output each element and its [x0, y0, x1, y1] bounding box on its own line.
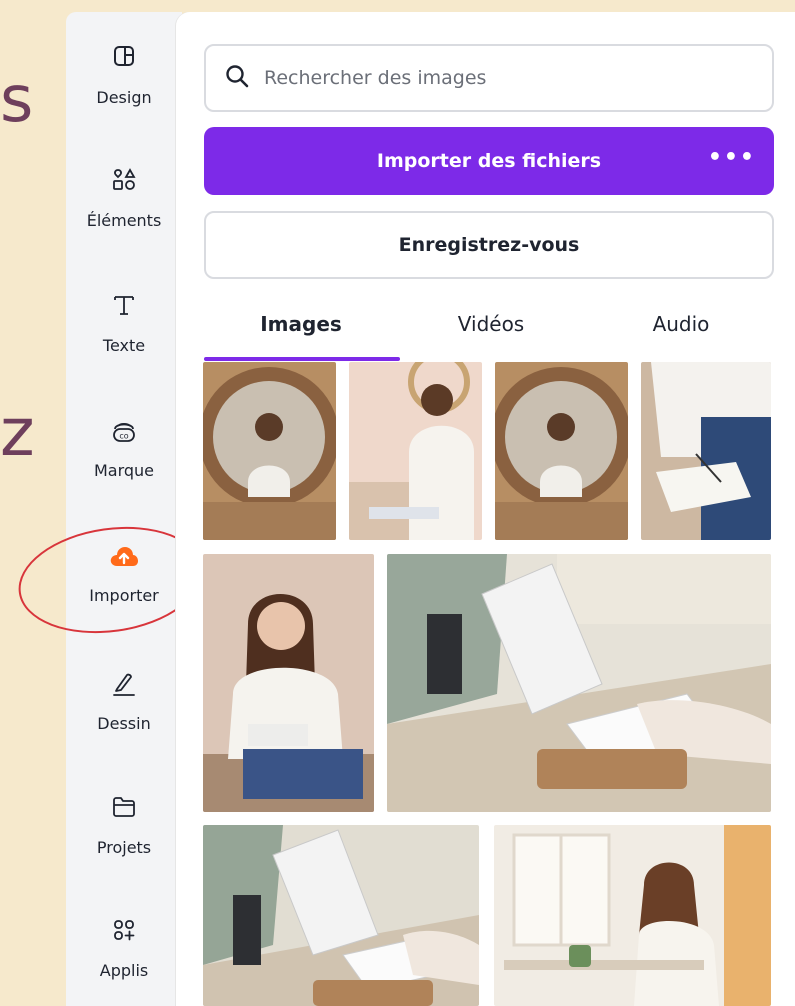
folder-icon: [66, 794, 182, 830]
sidebar-item-label: Applis: [99, 961, 149, 980]
shapes-icon: [66, 167, 182, 203]
apps-icon: [66, 917, 182, 953]
image-thumbnail[interactable]: [387, 554, 771, 812]
image-thumbnail[interactable]: [203, 554, 374, 812]
upload-files-button[interactable]: Importer des fichiers •••: [204, 127, 774, 195]
image-thumbnail[interactable]: [203, 825, 479, 1006]
layout-icon: [66, 44, 182, 80]
more-options-icon[interactable]: •••: [708, 145, 756, 170]
tab-images[interactable]: Images: [236, 312, 366, 336]
register-button[interactable]: Enregistrez-vous: [204, 211, 774, 279]
sidebar-item-label: Design: [96, 88, 152, 107]
image-thumbnail[interactable]: [641, 362, 771, 540]
register-button-label: Enregistrez-vous: [398, 234, 580, 256]
sidebar: Design Éléments Texte co Marque Importer…: [66, 12, 182, 1006]
text-icon: [66, 292, 182, 328]
sidebar-item-label: Marque: [93, 461, 155, 480]
image-thumbnail[interactable]: [495, 362, 628, 540]
sidebar-item-label: Projets: [96, 838, 152, 857]
sidebar-item-apps[interactable]: Applis: [66, 917, 182, 980]
active-tab-indicator: [204, 357, 400, 361]
sidebar-item-elements[interactable]: Éléments: [66, 167, 182, 230]
upload-panel: Importer des fichiers ••• Enregistrez-vo…: [176, 12, 795, 1006]
svg-text:co: co: [119, 432, 128, 441]
search-input[interactable]: [264, 67, 744, 89]
sidebar-item-text[interactable]: Texte: [66, 292, 182, 355]
sidebar-item-label: Texte: [102, 336, 146, 355]
tab-audio[interactable]: Audio: [616, 312, 746, 336]
sidebar-item-brand[interactable]: co Marque: [66, 417, 182, 480]
sidebar-item-label: Dessin: [97, 714, 151, 733]
search-box[interactable]: [204, 44, 774, 112]
sidebar-item-projects[interactable]: Projets: [66, 794, 182, 857]
tab-videos[interactable]: Vidéos: [426, 312, 556, 336]
background-letter-z: z: [0, 394, 35, 471]
sidebar-item-label: Éléments: [86, 211, 162, 230]
pen-icon: [66, 670, 182, 706]
search-icon: [224, 63, 250, 93]
image-thumbnail[interactable]: [349, 362, 482, 540]
brand-icon: co: [66, 417, 182, 453]
sidebar-item-draw[interactable]: Dessin: [66, 670, 182, 733]
sidebar-item-design[interactable]: Design: [66, 44, 182, 107]
background-letter-s: s: [0, 63, 34, 137]
image-thumbnail[interactable]: [494, 825, 771, 1006]
upload-button-label: Importer des fichiers: [376, 150, 602, 172]
image-thumbnail[interactable]: [203, 362, 336, 540]
